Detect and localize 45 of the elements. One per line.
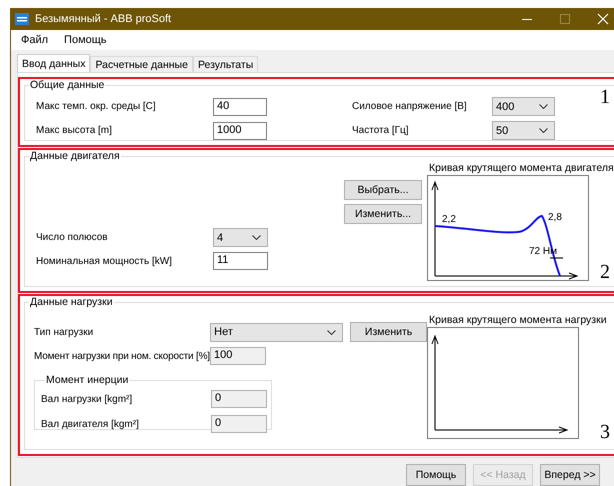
app-icon [15, 13, 29, 25]
field-label: Вал нагрузки [kgm²] [41, 394, 134, 404]
chevron-icon [327, 330, 336, 334]
dialog-button[interactable]: Изменить... [344, 204, 422, 224]
dialog-button[interactable]: Выбрать... [344, 180, 422, 200]
input-field[interactable]: 40 [213, 98, 267, 116]
group-title: Данные нагрузки [29, 296, 114, 308]
input-field[interactable]: 11 [213, 252, 268, 270]
close-icon[interactable] [597, 13, 609, 25]
field-label: Макс темп. окр. среды [C] [36, 101, 157, 112]
dropdown[interactable]: 400 [492, 97, 555, 116]
menu-item[interactable]: Файл [21, 34, 48, 46]
dialog-button[interactable]: Помощь [406, 464, 466, 486]
dialog-button[interactable]: Вперед >> [540, 464, 600, 486]
field-label: Номинальная мощность [kW] [36, 256, 173, 266]
field-label: Макс высота [m] [36, 125, 113, 136]
chart-title: Кривая крутящего момента двигателя [429, 162, 614, 175]
dropdown[interactable]: 4 [213, 228, 268, 247]
field-label: Частота [Гц] [352, 125, 410, 136]
group-title: Данные двигателя [29, 150, 121, 162]
field-label: Силовое напряжение [В] [352, 101, 468, 112]
chevron-icon [539, 128, 548, 133]
dropdown[interactable]: Нет [210, 322, 344, 342]
annotation-number: 3 [600, 422, 610, 442]
menu-item[interactable]: Помощь [64, 34, 107, 46]
input-field[interactable]: 1000 [213, 122, 267, 140]
dropdown[interactable]: 50 [492, 121, 555, 140]
tab[interactable]: Результаты [192, 56, 258, 72]
field-label: Тип нагрузки [34, 326, 94, 338]
group-title: Момент инерции [45, 374, 130, 386]
tab[interactable]: Ввод данных [17, 54, 90, 72]
chevron-icon [252, 235, 261, 240]
field-label: Момент нагрузки при ном. скорости [%] [34, 350, 210, 362]
group-title: Общие данные [29, 79, 106, 91]
field-label: Вал двигателя [kgm²] [41, 418, 140, 430]
tab[interactable]: Расчетные данные [90, 56, 193, 72]
curve-label: 2,8 [548, 212, 562, 223]
dialog-button[interactable]: Изменить [350, 322, 427, 342]
field-label: Число полюсов [36, 232, 109, 243]
chevron-icon [539, 104, 548, 109]
chart-title: Кривая крутящего момента нагрузки [429, 314, 607, 327]
annotation-number: 1 [600, 87, 610, 107]
curve-label: 2,2 [442, 214, 456, 225]
window-title: Безымянный - ABB proSoft [35, 13, 172, 25]
annotation-number: 2 [600, 262, 610, 282]
